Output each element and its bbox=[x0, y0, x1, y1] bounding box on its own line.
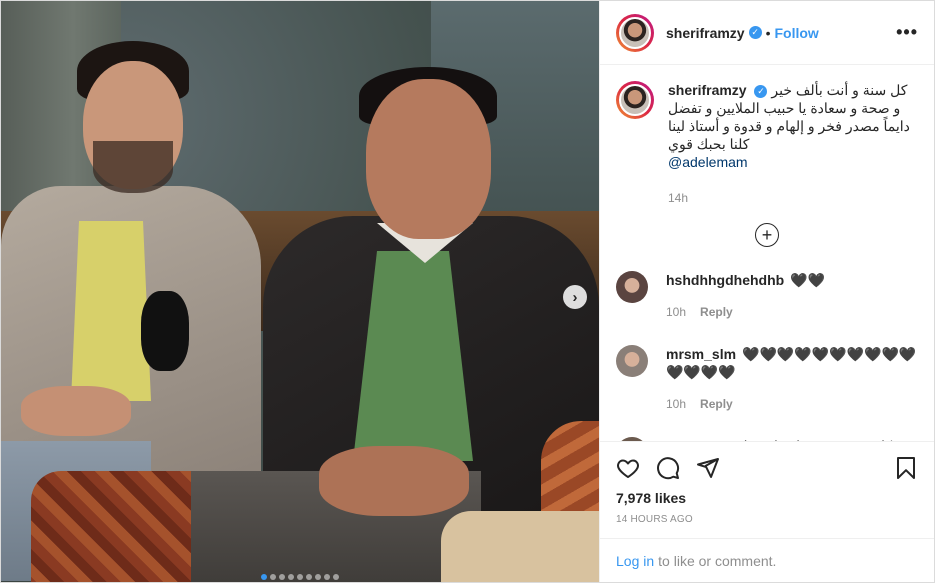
caption-body: sheriframzy ✓ كل سنة و أنت بألف خير و صح… bbox=[668, 81, 918, 207]
comment-time: 10h bbox=[666, 397, 687, 411]
comment-time: 10h bbox=[666, 305, 687, 319]
reply-button[interactable]: Reply bbox=[700, 397, 733, 411]
comment-item: mrsm_slm 🖤🖤🖤🖤🖤🖤🖤🖤🖤🖤🖤🖤🖤🖤 10h Reply bbox=[616, 345, 918, 413]
comment-item: hshdhhgdhehdhb 🖤🖤 10h Reply bbox=[616, 271, 918, 321]
header-separator: • bbox=[765, 24, 771, 41]
carousel-dot bbox=[297, 574, 303, 580]
post-photo[interactable]: › bbox=[1, 1, 599, 582]
caption-username[interactable]: sheriframzy bbox=[668, 82, 747, 98]
carousel-dot bbox=[306, 574, 312, 580]
follow-button[interactable]: Follow bbox=[775, 25, 819, 41]
commenter-avatar[interactable] bbox=[616, 345, 648, 377]
chevron-right-icon: › bbox=[572, 288, 578, 306]
photo-man-left-hands bbox=[21, 386, 131, 436]
post-header: sheriframzy ✓ • Follow ••• bbox=[600, 1, 934, 65]
login-link[interactable]: Log in bbox=[616, 553, 654, 569]
commenter-username[interactable]: mrsm_slm bbox=[666, 346, 736, 362]
post-actions: 7,978 likes 14 HOURS AGO bbox=[600, 441, 934, 525]
carousel-dot bbox=[333, 574, 339, 580]
carousel-dot bbox=[279, 574, 285, 580]
photo-man-right-hands bbox=[319, 446, 469, 516]
avatar-image bbox=[619, 16, 651, 49]
carousel-dot bbox=[324, 574, 330, 580]
carousel-dot bbox=[288, 574, 294, 580]
login-prompt-text: to like or comment. bbox=[658, 552, 777, 569]
comment-meta: 10h Reply bbox=[666, 303, 918, 321]
caption-time: 14h bbox=[668, 191, 689, 205]
comment-body: hshdhhgdhehdhb 🖤🖤 10h Reply bbox=[666, 271, 918, 321]
share-icon[interactable] bbox=[696, 456, 720, 480]
post-modal: › sheriframzy ✓ • Follow ••• sheriframzy… bbox=[0, 0, 935, 583]
comment-meta: 10h Reply bbox=[666, 395, 918, 413]
bookmark-icon[interactable] bbox=[894, 456, 918, 480]
comment-text: 🖤🖤 bbox=[790, 272, 826, 288]
photo-sunglasses bbox=[141, 291, 189, 371]
author-avatar[interactable] bbox=[616, 13, 654, 52]
plus-circle-icon[interactable]: + bbox=[755, 223, 779, 247]
photo-man-left-beard bbox=[93, 141, 173, 193]
photo-man-left-sweater bbox=[71, 221, 151, 401]
likes-count[interactable]: 7,978 likes bbox=[616, 490, 918, 506]
more-options-icon[interactable]: ••• bbox=[896, 22, 918, 43]
post-timestamp[interactable]: 14 HOURS AGO bbox=[616, 514, 918, 525]
avatar-image bbox=[619, 84, 651, 116]
commenter-avatar[interactable] bbox=[616, 271, 648, 303]
heart-icon[interactable] bbox=[616, 456, 640, 480]
carousel-dot bbox=[261, 574, 267, 580]
author-username[interactable]: sheriframzy bbox=[666, 25, 745, 41]
comment-items: hshdhhgdhehdhb 🖤🖤 10h Reply mrsm_slm 🖤🖤🖤🖤🖤🖤🖤🖤… bbox=[616, 271, 918, 441]
caption-avatar[interactable] bbox=[616, 81, 654, 119]
verified-badge-icon: ✓ bbox=[754, 84, 768, 98]
photo-man-right-face bbox=[366, 79, 491, 239]
post-side-panel: sheriframzy ✓ • Follow ••• sheriframzy ✓… bbox=[599, 1, 934, 582]
comments-list[interactable]: sheriframzy ✓ كل سنة و أنت بألف خير و صح… bbox=[600, 65, 934, 441]
commenter-username[interactable]: hshdhhgdhehdhb bbox=[666, 272, 784, 288]
load-more-comments: + bbox=[616, 223, 918, 247]
comment-body: mrsm_slm 🖤🖤🖤🖤🖤🖤🖤🖤🖤🖤🖤🖤🖤🖤 10h Reply bbox=[666, 345, 918, 413]
verified-badge-icon: ✓ bbox=[748, 26, 762, 39]
reply-button[interactable]: Reply bbox=[700, 305, 733, 319]
login-prompt: Log in to like or comment. bbox=[600, 538, 934, 582]
action-icons bbox=[616, 456, 918, 480]
photo-third-person-leg bbox=[441, 511, 599, 582]
next-photo-button[interactable]: › bbox=[563, 285, 587, 309]
carousel-indicator bbox=[1, 574, 599, 580]
post-caption: sheriframzy ✓ كل سنة و أنت بألف خير و صح… bbox=[616, 81, 918, 207]
comment-icon[interactable] bbox=[656, 456, 680, 480]
caption-mention-link[interactable]: @adelemam bbox=[668, 153, 918, 171]
carousel-dot bbox=[270, 574, 276, 580]
carousel-dot bbox=[315, 574, 321, 580]
